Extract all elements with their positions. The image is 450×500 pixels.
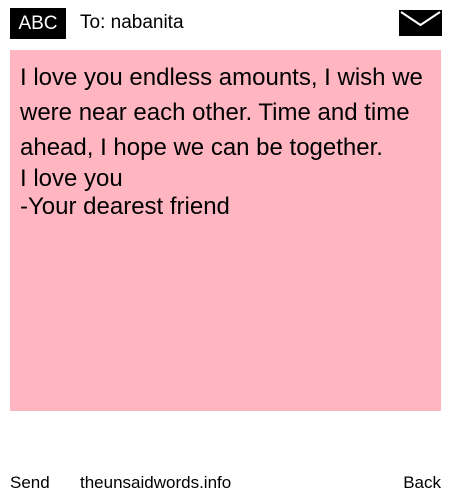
send-button[interactable]: Send bbox=[10, 470, 50, 496]
message-body: I love you endless amounts, I wish we we… bbox=[20, 64, 423, 161]
message-signature: -Your dearest friend bbox=[20, 193, 230, 220]
back-button[interactable]: Back bbox=[403, 470, 441, 496]
abc-badge: ABC bbox=[10, 8, 66, 39]
message-footer: Send theunsaidwords.info Back bbox=[0, 470, 450, 500]
envelope-icon[interactable] bbox=[399, 10, 442, 36]
site-link[interactable]: theunsaidwords.info bbox=[80, 470, 231, 496]
recipient-field: To: nabanita bbox=[80, 12, 184, 33]
message-closing: I love you bbox=[20, 165, 123, 192]
message-card: I love you endless amounts, I wish we we… bbox=[10, 50, 441, 411]
message-header: ABC To: nabanita bbox=[0, 0, 450, 46]
